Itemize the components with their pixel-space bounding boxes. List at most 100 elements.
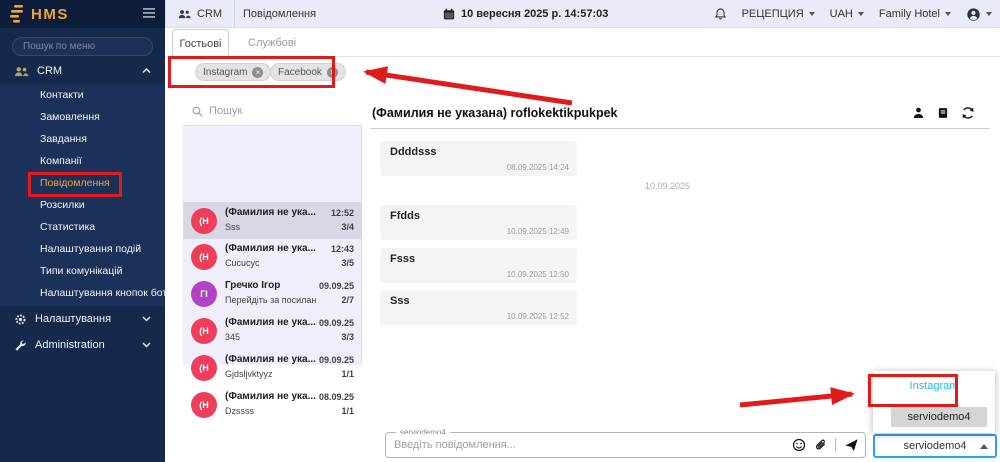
sidebar-item-companies[interactable]: Компанії xyxy=(0,150,165,172)
property-dropdown[interactable]: Family Hotel xyxy=(879,8,951,20)
attach-paperclip-icon[interactable] xyxy=(814,438,827,452)
chat-list-item[interactable]: (Н (Фамилия не ука... 09.09.25 Gjdsljvkt… xyxy=(183,349,362,386)
chat-search-input[interactable] xyxy=(209,105,339,117)
chat-list-item[interactable]: (Н (Фамилия не ука... 09.09.25 345 3/3 xyxy=(183,312,362,349)
sidebar-item-orders[interactable]: Замовлення xyxy=(0,106,165,128)
avatar: (Н xyxy=(191,208,217,234)
sidebar-item-messages[interactable]: Повідомлення xyxy=(0,172,165,194)
currency-dropdown[interactable]: UAH xyxy=(830,8,864,20)
avatar: (Н xyxy=(191,244,217,270)
message-bubble: Fsss 10.09.2025 12:50 xyxy=(380,248,577,283)
filter-chip-instagram[interactable]: Instagram × xyxy=(195,63,271,81)
chat-last-message: 345 xyxy=(225,332,317,342)
gear-icon xyxy=(14,313,27,326)
sidebar-item-contacts[interactable]: Контакти xyxy=(0,84,165,106)
tab-service[interactable]: Службові xyxy=(240,29,304,57)
property-label: Family Hotel xyxy=(879,8,940,20)
chat-last-message: Cucucyc xyxy=(225,258,317,268)
filter-chip-label: Facebook xyxy=(278,67,322,78)
chat-last-message: Gjdsljvktyyz xyxy=(225,369,317,379)
sidebar-item-event-settings[interactable]: Налаштування подій xyxy=(0,238,165,260)
topbar: CRM Повідомлення 10 вересня 2025 р. 14:5… xyxy=(165,0,1000,28)
tabs-bar: Гостьові Службові xyxy=(165,28,1000,57)
dropdown-group-instagram[interactable]: Instagram xyxy=(873,380,995,392)
hms-logo-icon xyxy=(10,5,24,23)
message-input[interactable] xyxy=(394,434,684,456)
message-timestamp: 10.09.2025 12:49 xyxy=(507,227,569,236)
app-logo-text: HMS xyxy=(31,6,69,23)
chat-title: Гречко Ігор xyxy=(225,280,317,291)
message-timestamp: 10.09.2025 12:50 xyxy=(507,270,569,279)
tab-guest[interactable]: Гостьові xyxy=(172,29,229,57)
menu-search-input[interactable] xyxy=(12,37,153,56)
divider xyxy=(370,128,990,129)
caret-down-icon xyxy=(858,12,864,16)
datetime-text: 10 вересня 2025 р. 14:57:03 xyxy=(461,8,608,20)
chat-search-box xyxy=(183,97,362,126)
remove-chip-icon[interactable]: × xyxy=(252,67,263,78)
sidebar-item-tasks[interactable]: Завдання xyxy=(0,128,165,150)
dropdown-option-serviodemo4[interactable]: serviodemo4 xyxy=(891,407,987,427)
notifications-bell-icon[interactable] xyxy=(714,7,727,21)
message-timestamp: 08.09.2025 14:24 xyxy=(507,163,569,172)
contact-person-icon[interactable] xyxy=(912,106,925,120)
breadcrumb-app-label: CRM xyxy=(197,8,222,20)
chat-count: 1/1 xyxy=(341,406,354,416)
breadcrumb-page[interactable]: Повідомлення xyxy=(231,0,328,28)
chat-count: 1/1 xyxy=(341,369,354,379)
conversation-actions xyxy=(912,106,975,120)
sidebar-section-settings[interactable]: Налаштування xyxy=(0,306,165,332)
chat-time: 12:43 xyxy=(331,244,354,254)
message-bubble: Ddddsss 08.09.2025 14:24 xyxy=(380,141,577,176)
guest-log-book-icon[interactable] xyxy=(937,106,949,120)
avatar: (Н xyxy=(191,392,217,418)
send-icon[interactable] xyxy=(844,438,859,452)
app-logo[interactable]: HMS xyxy=(10,5,69,23)
chat-list-item[interactable]: (Н (Фамилия не ука... 12:43 Cucucyc 3/5 xyxy=(183,238,362,275)
department-dropdown[interactable]: РЕЦЕПЦИЯ xyxy=(742,8,815,20)
avatar: (Н xyxy=(191,355,217,381)
message-text: Fsss xyxy=(390,253,415,265)
chat-time: 09.09.25 xyxy=(319,355,354,365)
sidebar-item-statistics[interactable]: Статистика xyxy=(0,216,165,238)
chevron-down-icon xyxy=(142,339,151,351)
datetime-display: 10 вересня 2025 р. 14:57:03 xyxy=(443,0,608,28)
chat-list-item[interactable]: (Н (Фамилия не ука... 08.09.25 Dzssss 1/… xyxy=(183,386,362,423)
channel-select-value: serviodemo4 xyxy=(904,440,967,452)
sidebar-item-bot-buttons[interactable]: Налаштування кнопок ботів xyxy=(0,282,165,304)
search-icon xyxy=(192,106,203,117)
chat-list-item[interactable]: (Н (Фамилия не ука... 12:52 Sss 3/4 xyxy=(183,202,362,239)
user-circle-icon xyxy=(966,7,981,22)
caret-up-icon xyxy=(980,444,988,449)
chat-title: (Фамилия не ука... xyxy=(225,391,317,402)
chevron-down-icon xyxy=(142,313,151,325)
sidebar-item-communication-types[interactable]: Типи комунікацій xyxy=(0,260,165,282)
crm-people-icon xyxy=(178,9,191,19)
breadcrumb-app[interactable]: CRM xyxy=(165,0,235,28)
channel-select[interactable]: serviodemo4 xyxy=(873,434,997,458)
user-menu[interactable] xyxy=(966,7,992,22)
sidebar-section-administration[interactable]: Administration xyxy=(0,332,165,358)
chat-last-message: Dzssss xyxy=(225,406,317,416)
emoji-icon[interactable] xyxy=(792,438,806,452)
breadcrumb-page-label: Повідомлення xyxy=(243,8,316,20)
calendar-icon xyxy=(443,8,455,20)
hamburger-menu-icon[interactable] xyxy=(143,5,155,23)
message-text: Ffdds xyxy=(390,210,420,222)
chat-time: 09.09.25 xyxy=(319,281,354,291)
message-bubble: Sss 10.09.2025 12:52 xyxy=(380,290,577,325)
chat-last-message: Sss xyxy=(225,222,317,232)
sidebar-section-crm[interactable]: CRM xyxy=(0,58,165,84)
sidebar-header: HMS xyxy=(0,0,165,28)
sidebar: HMS CRM Контакти Замовлення Завдання Ком… xyxy=(0,0,165,462)
sidebar-item-mailings[interactable]: Розсилки xyxy=(0,194,165,216)
refresh-icon[interactable] xyxy=(961,106,975,120)
chat-last-message: Перейдіть за посиланням в ... xyxy=(225,295,317,305)
chat-list-panel: (Н (Фамилия не ука... 12:52 Sss 3/4 (Н (… xyxy=(183,97,362,365)
message-text: Ddddsss xyxy=(390,146,436,158)
remove-chip-icon[interactable]: × xyxy=(327,67,338,78)
chat-list-item[interactable]: ГІ Гречко Ігор 09.09.25 Перейдіть за пос… xyxy=(183,275,362,312)
sidebar-section-crm-label: CRM xyxy=(37,65,62,77)
filter-chip-facebook[interactable]: Facebook × xyxy=(270,63,346,81)
avatar: (Н xyxy=(191,318,217,344)
